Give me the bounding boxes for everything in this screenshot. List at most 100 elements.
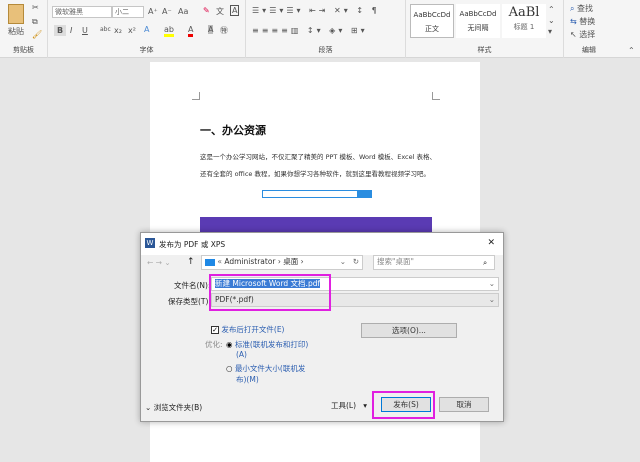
caret-down-icon: ▾ [363,401,367,410]
chevron-down-icon: ⌄ [488,279,495,288]
select-label: 选择 [579,30,596,39]
grow-font-icon[interactable]: A⁺ [148,7,158,16]
replace-icon: ⇆ [570,17,577,26]
tools-label: 工具(L) [331,401,357,410]
underline-button[interactable]: U [82,26,88,35]
text-effect-icon[interactable]: A [144,25,149,34]
radio-standard-label: 标准(联机发布和打印) [234,340,309,349]
address-bar[interactable]: « Administrator › 桌面 › ⌄ ↻ [201,255,363,270]
image-searchbar [262,190,358,198]
search-input[interactable]: 搜索"桌面" [373,255,495,270]
enclose-char-icon[interactable]: ㊕ [220,25,228,36]
style-name: 正文 [425,25,439,33]
font-color-icon[interactable]: A [188,25,194,37]
up-icon[interactable]: ↑ [187,257,195,267]
paste-icon[interactable] [8,4,24,24]
desktop-icon [205,258,215,266]
select-button[interactable]: ↖ 选择 [570,29,595,40]
paste-button[interactable]: 粘贴 [8,26,24,37]
nav-back-forward-icons[interactable]: ← → ⌄ [147,258,171,267]
chevron-down-icon: ⌄ [488,295,495,304]
char-border-icon[interactable]: A [230,5,240,16]
style-heading1[interactable]: AaBl 标题 1 [502,4,546,38]
list-icons[interactable]: ☰▾☰▾☰▾ ⇤⇥ ✕▾ ↕ ¶ [252,6,380,15]
paragraph-label: 段落 [318,46,333,54]
copy-icon[interactable]: ⧉ [32,17,38,27]
bold-button[interactable]: B [54,25,67,36]
highlight-box [372,391,435,419]
shrink-font-icon[interactable]: A⁻ [162,7,172,16]
collapse-ribbon-icon[interactable]: ⌃ [628,46,635,55]
radio-empty-icon: ○ [226,364,233,373]
style-normal[interactable]: AaBbCcDd 正文 [410,4,454,38]
paragraph-group: ☰▾☰▾☰▾ ⇤⇥ ✕▾ ↕ ¶ ≡≡≡≡▥ ↕▾ ◈▾ ⊞▾ 段落 [246,0,406,58]
clear-format-icon[interactable]: ✎ [203,6,210,15]
open-after-label: 发布后打开文件(E) [221,325,285,334]
font-name-select[interactable]: 微软雅黑 [52,6,112,18]
style-name: 无间隔 [467,24,489,32]
strikethrough-button[interactable]: abc [100,26,111,33]
find-button[interactable]: ⌕ 查找 [570,3,593,14]
highlight-icon[interactable]: ab [164,25,174,37]
dialog-titlebar: W 发布为 PDF 或 XPS ✕ [141,233,503,255]
change-case-button[interactable]: Aa [178,7,188,16]
radio-selected-icon: ◉ [226,340,233,349]
chevron-down-icon: ⌄ [145,403,152,412]
style-name: 标题 1 [513,23,535,31]
tools-button[interactable]: 工具(L) ▾ [331,400,367,411]
style-preview: AaBbCcDd [459,10,497,18]
refresh-icon[interactable]: ↻ [353,256,359,268]
style-preview: AaBl [508,5,540,20]
radio-standard-key: (A) [236,350,247,359]
dialog-title: 发布为 PDF 或 XPS [159,240,226,249]
filename-label: 文件名(N): [174,281,211,290]
radio-standard[interactable]: ◉ 标准(联机发布和打印) [226,339,308,350]
margin-mark [432,92,440,100]
document-heading: 一、办公资源 [200,124,266,137]
close-button[interactable]: ✕ [487,238,495,248]
cancel-button[interactable]: 取消 [439,397,489,412]
optimize-label: 优化: [205,340,223,349]
find-label: 查找 [577,4,594,13]
breadcrumb-item[interactable]: Administrator [224,257,275,266]
styles-scroll-icon[interactable]: ⌃ ⌄ ▾ [548,4,555,37]
char-shading-icon[interactable]: A [208,25,214,34]
align-icons[interactable]: ≡≡≡≡▥ ↕▾ ◈▾ ⊞▾ [252,26,368,35]
options-button[interactable]: 选项(O)... [361,323,457,338]
radio-minimum-label: 最小文件大小(联机发 [234,364,306,373]
radio-minimum[interactable]: ○ 最小文件大小(联机发 [226,363,305,374]
radio-minimum-key: 布)(M) [236,375,259,384]
font-group: 微软雅黑 小二 A⁺ A⁻ Aa ✎ 文 A B I U abc x₂ x² A… [48,0,246,58]
replace-label: 替换 [579,17,596,26]
document-paragraph: 这是一个办公学习网站，不仅汇聚了精美的 PPT 模板、Word 模板、Excel… [200,153,436,161]
publish-pdf-dialog: W 发布为 PDF 或 XPS ✕ ← → ⌄ ↑ « Administrato… [140,232,504,422]
font-size-select[interactable]: 小二 [112,6,144,18]
chevron-down-icon[interactable]: ⌄ [340,256,346,268]
search-icon: ⌕ [570,4,575,13]
clipboard-group: 粘贴 ✂ ⧉ 🖌 剪贴板 [0,0,48,58]
cut-icon[interactable]: ✂ [32,3,39,12]
editing-label: 编辑 [582,46,596,54]
open-after-checkbox[interactable]: ✓ 发布后打开文件(E) [211,324,284,335]
browse-folders-toggle[interactable]: ⌄ 浏览文件夹(B) [145,402,202,413]
italic-button[interactable]: I [70,26,72,35]
format-painter-icon[interactable]: 🖌 [32,30,42,39]
filetype-label: 保存类型(T): [168,297,211,306]
word-icon: W [145,238,155,248]
image-search-button [358,190,372,198]
clipboard-label: 剪贴板 [13,46,34,54]
cursor-icon: ↖ [570,30,577,39]
highlight-box [209,274,331,311]
superscript-button[interactable]: x² [128,26,136,35]
styles-group: AaBbCcDd 正文 AaBbCcDd 无间隔 AaBl 标题 1 ⌃ ⌄ ▾ 样式 [406,0,564,58]
breadcrumb-item[interactable]: 桌面 [283,257,298,266]
styles-label: 样式 [477,46,492,54]
document-paragraph: 还有全套的 office 教程，如果你想学习各种软件，就到这里看教程视频学习吧。 [200,170,430,178]
style-preview: AaBbCcDd [413,11,451,19]
subscript-button[interactable]: x₂ [114,26,122,35]
style-no-spacing[interactable]: AaBbCcDd 无间隔 [456,4,500,38]
browse-label: 浏览文件夹(B) [153,403,203,412]
replace-button[interactable]: ⇆ 替换 [570,16,595,27]
phonetic-icon[interactable]: 文 [216,6,224,17]
ribbon: 粘贴 ✂ ⧉ 🖌 剪贴板 微软雅黑 小二 A⁺ A⁻ Aa ✎ 文 A B I … [0,0,640,58]
